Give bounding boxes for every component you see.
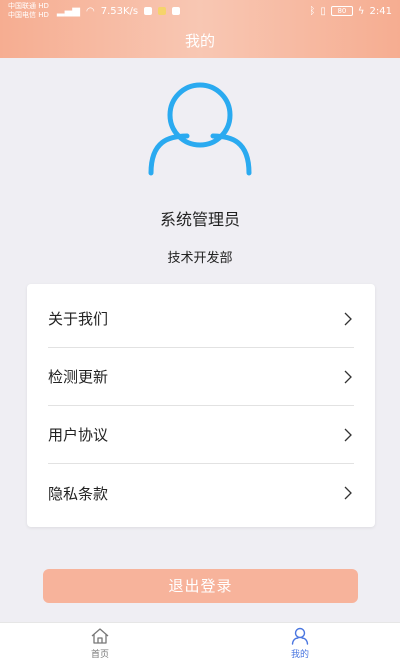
- menu-card: 关于我们 检测更新 用户协议 隐私条款: [27, 284, 375, 527]
- notification-icon: [172, 7, 181, 15]
- notification-icon: [144, 7, 153, 15]
- carrier-1: 中国联通 HD: [8, 2, 49, 10]
- menu-item-check-update[interactable]: 检测更新: [48, 348, 354, 406]
- menu-item-label: 用户协议: [48, 426, 109, 444]
- menu-item-label: 关于我们: [48, 310, 109, 328]
- wifi-icon: ◠: [85, 5, 95, 17]
- battery-icon: 80: [330, 6, 353, 16]
- tab-home[interactable]: 首页: [70, 627, 130, 665]
- user-avatar-icon: [148, 82, 252, 176]
- page-title: 我的: [184, 32, 215, 50]
- carrier-2: 中国电信 HD: [8, 11, 49, 19]
- carrier-info: 中国联通 HD 中国电信 HD: [8, 2, 49, 20]
- bluetooth-icon: ᛒ: [309, 5, 316, 17]
- status-bar: 中国联通 HD 中国电信 HD ▂▄▆ ◠ 7.53K/s ᛒ ▯ 80 ϟ 2…: [0, 0, 400, 22]
- tab-home-label: 首页: [90, 650, 109, 660]
- status-right: ᛒ ▯ 80 ϟ 2:41: [309, 6, 392, 17]
- menu-item-privacy-policy[interactable]: 隐私条款: [48, 464, 354, 522]
- tab-mine[interactable]: 我的: [270, 627, 330, 665]
- status-mid: ▂▄▆ ◠ 7.53K/s: [56, 5, 181, 17]
- signal-icon: ▂▄▆: [56, 5, 80, 17]
- clock: 2:41: [369, 5, 392, 17]
- tab-mine-label: 我的: [290, 650, 309, 660]
- user-name: 系统管理员: [159, 210, 240, 229]
- chevron-right-icon: [344, 486, 352, 500]
- notification-icon: [158, 7, 167, 15]
- bottom-tab-bar: 首页 我的: [0, 622, 400, 666]
- chevron-right-icon: [344, 428, 352, 441]
- network-speed: 7.53K/s: [100, 5, 139, 17]
- logout-button[interactable]: 退出登录: [43, 569, 358, 603]
- user-icon: [291, 627, 309, 645]
- menu-item-label: 检测更新: [48, 368, 109, 386]
- user-department: 技术开发部: [167, 251, 233, 266]
- avatar: [140, 78, 260, 188]
- app-header: 中国联通 HD 中国电信 HD ▂▄▆ ◠ 7.53K/s ᛒ ▯ 80 ϟ 2…: [0, 0, 400, 58]
- menu-item-label: 隐私条款: [48, 484, 109, 503]
- menu-item-user-agreement[interactable]: 用户协议: [48, 406, 354, 464]
- menu-item-about-us[interactable]: 关于我们: [48, 290, 354, 348]
- chevron-right-icon: [344, 370, 352, 383]
- charging-icon: ϟ: [357, 5, 365, 17]
- home-icon: [91, 628, 109, 644]
- chevron-right-icon: [344, 312, 352, 325]
- vibrate-icon: ▯: [320, 5, 326, 17]
